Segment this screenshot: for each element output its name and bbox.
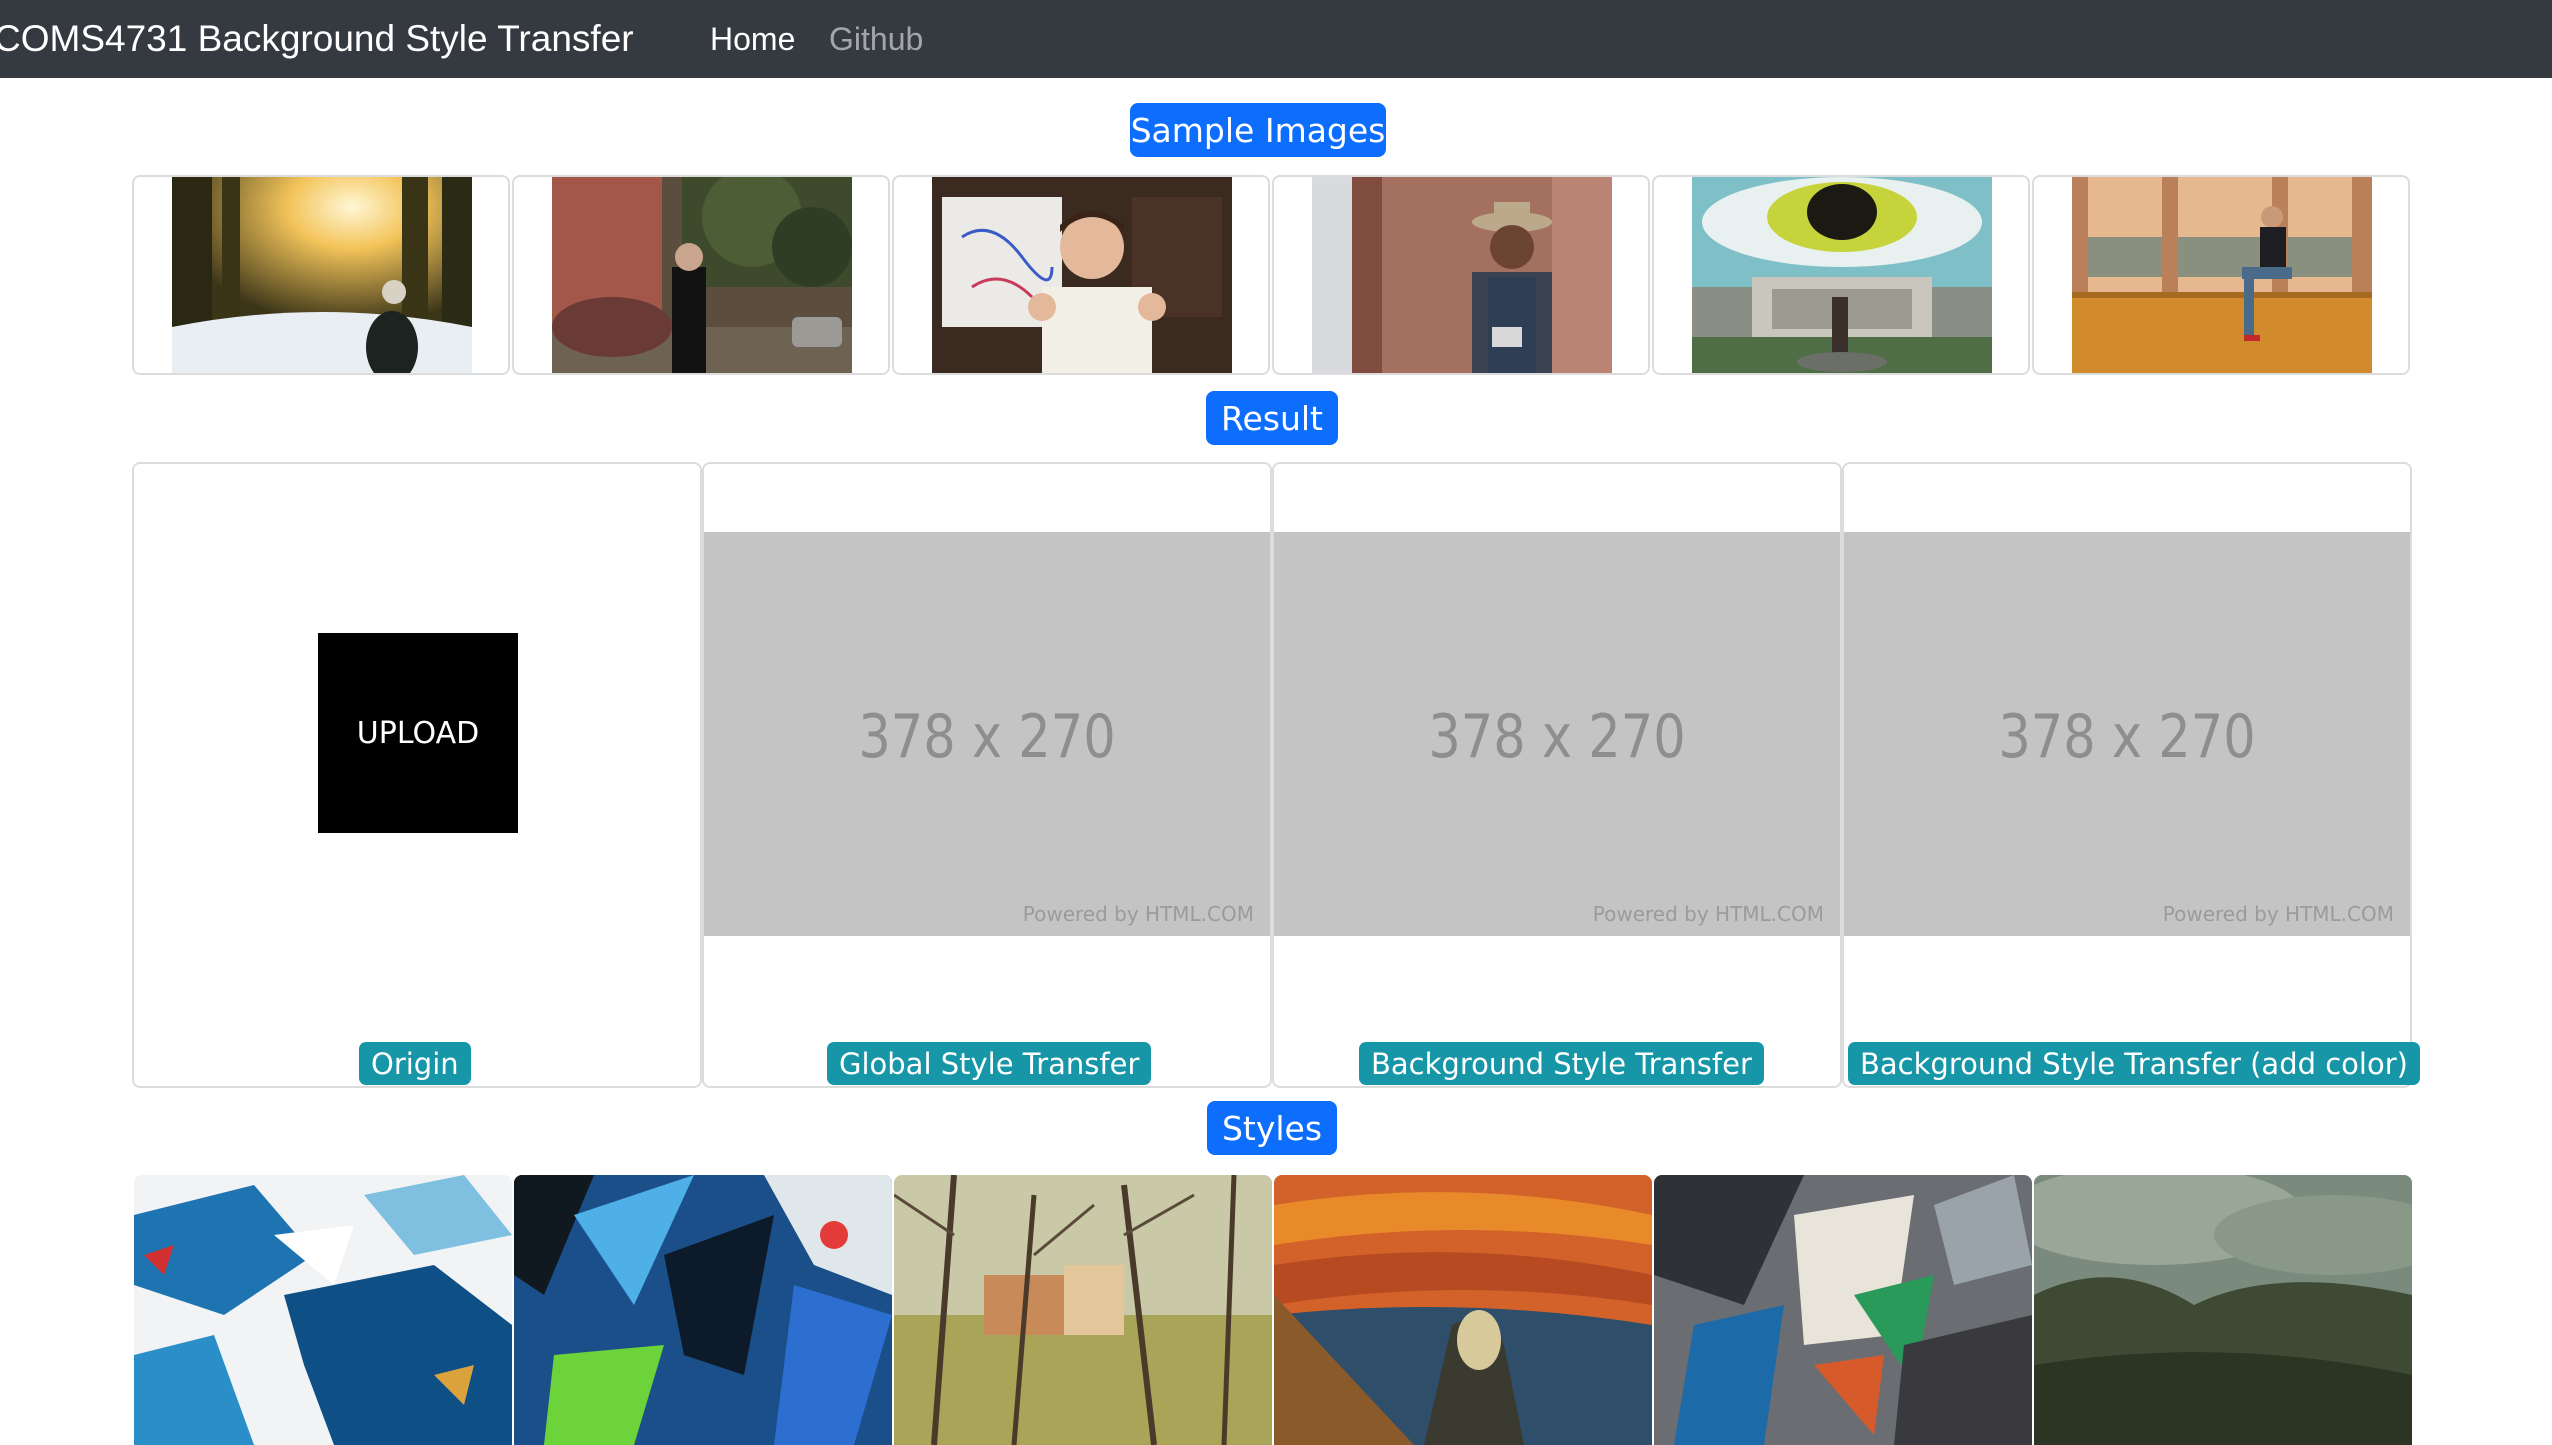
style-image-6[interactable] xyxy=(2034,1175,2412,1445)
style-image-1[interactable] xyxy=(134,1175,512,1445)
placeholder-size-text: 378 x 270 xyxy=(858,702,1116,772)
result-placeholder-image: 378 x 270 Powered by HTML.COM xyxy=(1844,532,2410,936)
style-image-5[interactable] xyxy=(1654,1175,2032,1445)
style-landscape-painting xyxy=(2034,1175,2412,1445)
placeholder-powered-text: Powered by HTML.COM xyxy=(1592,902,1824,926)
origin-label: Origin xyxy=(359,1042,471,1085)
style-image-4[interactable] xyxy=(1274,1175,1652,1445)
sample-image-1[interactable] xyxy=(132,175,510,375)
sample-image-2[interactable] xyxy=(512,175,890,375)
style-image-2[interactable] xyxy=(514,1175,892,1445)
sample-street-woman-photo xyxy=(552,177,852,373)
background-style-transfer-label: Background Style Transfer xyxy=(1359,1042,1764,1085)
sample-image-5[interactable] xyxy=(1652,175,2030,375)
sample-campus-eye-photo xyxy=(1692,177,1992,373)
style-abstract-blue-painting xyxy=(134,1175,512,1445)
placeholder-size-text: 378 x 270 xyxy=(1998,702,2256,772)
placeholder-powered-text: Powered by HTML.COM xyxy=(1022,902,1254,926)
result-card-background: 378 x 270 Powered by HTML.COM xyxy=(1272,462,1842,1088)
upload-button[interactable]: UPLOAD xyxy=(318,633,518,833)
background-style-transfer-color-label: Background Style Transfer (add color) xyxy=(1848,1042,2420,1085)
placeholder-size-text: 378 x 270 xyxy=(1428,702,1686,772)
result-heading: Result xyxy=(1206,391,1338,445)
sample-images-heading: Sample Images xyxy=(1130,103,1386,157)
sample-image-4[interactable] xyxy=(1272,175,1650,375)
nav-link-github[interactable]: Github xyxy=(829,21,923,58)
style-cezanne-trees-painting xyxy=(894,1175,1272,1445)
sample-image-6[interactable] xyxy=(2032,175,2410,375)
sample-man-hat-photo xyxy=(1312,177,1612,373)
global-style-transfer-label: Global Style Transfer xyxy=(827,1042,1152,1085)
result-placeholder-image: 378 x 270 Powered by HTML.COM xyxy=(704,532,1270,936)
style-graffiti-painting xyxy=(514,1175,892,1445)
navbar-brand[interactable]: COMS4731 Background Style Transfer xyxy=(0,18,634,60)
placeholder-powered-text: Powered by HTML.COM xyxy=(2162,902,2394,926)
sample-snowy-forest-photo xyxy=(172,177,472,373)
style-cubist-painting xyxy=(1654,1175,2032,1445)
sample-image-3[interactable] xyxy=(892,175,1270,375)
navbar: COMS4731 Background Style Transfer Home … xyxy=(0,0,2552,78)
nav-link-home[interactable]: Home xyxy=(710,21,795,58)
sample-man-arches-photo xyxy=(2072,177,2372,373)
result-card-global: 378 x 270 Powered by HTML.COM xyxy=(702,462,1272,1088)
style-image-3[interactable] xyxy=(894,1175,1272,1445)
result-card-background-color: 378 x 270 Powered by HTML.COM xyxy=(1842,462,2412,1088)
styles-heading: Styles xyxy=(1207,1101,1337,1155)
style-scream-painting xyxy=(1274,1175,1652,1445)
sample-boy-thumbs-up-photo xyxy=(932,177,1232,373)
result-placeholder-image: 378 x 270 Powered by HTML.COM xyxy=(1274,532,1840,936)
